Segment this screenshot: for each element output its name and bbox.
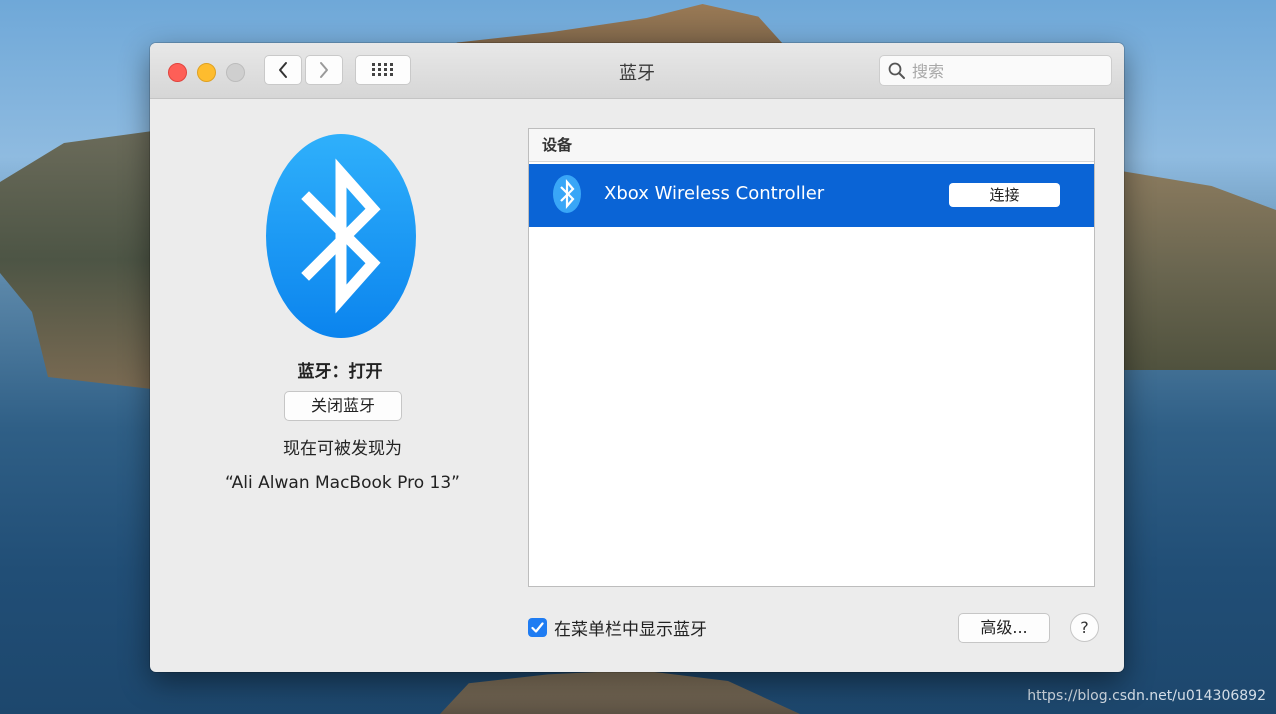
advanced-button[interactable]: 高级...	[958, 613, 1050, 643]
bluetooth-icon	[266, 134, 416, 338]
discoverable-device-name: “Ali Alwan MacBook Pro 13”	[225, 473, 460, 493]
search-icon	[888, 62, 905, 79]
watermark-text: https://blog.csdn.net/u014306892	[1027, 688, 1266, 704]
show-in-menubar-checkbox[interactable]	[528, 618, 547, 637]
help-button[interactable]: ?	[1070, 613, 1099, 642]
bluetooth-preferences-window: 蓝牙 蓝牙：打开 关闭蓝牙 现在可被发现为 “Ali Alwan MacBook…	[150, 43, 1124, 672]
search-field[interactable]	[879, 55, 1112, 86]
connect-button[interactable]: 连接	[949, 183, 1060, 207]
device-row[interactable]: Xbox Wireless Controller 连接	[529, 164, 1094, 227]
turn-off-bluetooth-button[interactable]: 关闭蓝牙	[284, 391, 402, 421]
device-name: Xbox Wireless Controller	[604, 183, 825, 204]
checkmark-icon	[531, 622, 544, 633]
discoverable-label: 现在可被发现为	[283, 439, 402, 459]
desktop-rocks	[440, 670, 800, 714]
desktop-island-right	[1115, 170, 1276, 370]
device-list-header: 设备	[529, 129, 1094, 162]
search-input[interactable]	[910, 59, 1104, 83]
show-in-menubar-label: 在菜单栏中显示蓝牙	[554, 620, 707, 640]
bluetooth-status: 蓝牙：打开	[297, 362, 383, 382]
device-list: 设备 Xbox Wireless Controller 连接	[528, 128, 1095, 587]
show-in-menubar-option[interactable]: 在菜单栏中显示蓝牙	[528, 615, 707, 640]
desktop-island-left	[0, 130, 160, 390]
titlebar: 蓝牙	[150, 43, 1124, 99]
bluetooth-icon	[553, 175, 581, 213]
